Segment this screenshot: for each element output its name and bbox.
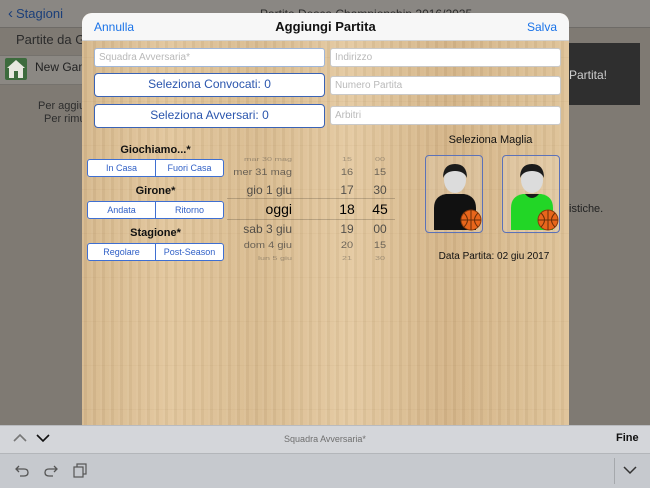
picker-row: dom 4 giu 20 15 [227, 240, 395, 254]
segment-ritorno[interactable]: Ritorno [155, 202, 223, 218]
picker-minute: 00 [373, 222, 387, 236]
picker-row: mar 30 mag 15 00 [227, 156, 395, 163]
picker-minute: 45 [372, 201, 388, 217]
segment-post-season[interactable]: Post-Season [155, 244, 223, 260]
opponent-team-input[interactable] [94, 48, 325, 67]
select-opponents-button[interactable]: Seleziona Avversari: 0 [94, 104, 325, 128]
picker-hour: 17 [340, 183, 354, 197]
home-jersey-option[interactable] [425, 155, 483, 233]
back-button[interactable]: ‹ Stagioni [8, 6, 63, 21]
segment-in-casa[interactable]: In Casa [88, 160, 155, 176]
picker-hour: 19 [340, 222, 354, 236]
picker-hour: 20 [340, 240, 354, 251]
picker-day: lun 5 giu [257, 255, 292, 262]
picker-hour: 16 [340, 167, 354, 178]
accessory-field-name: Squadra Avversaria* [284, 434, 366, 444]
save-button[interactable]: Salva [527, 20, 557, 34]
hide-keyboard-chevron-icon[interactable] [622, 462, 638, 478]
match-number-input[interactable] [330, 76, 561, 95]
picker-hour: 18 [339, 201, 355, 217]
picker-row: sab 3 giu 19 00 [227, 222, 395, 238]
away-jersey-option[interactable] [502, 155, 560, 233]
season-segmented-control: Regolare Post-Season [87, 243, 224, 261]
picker-minute: 30 [373, 183, 387, 197]
picker-hour: 21 [341, 255, 352, 262]
home-away-segmented-control: In Casa Fuori Casa [87, 159, 224, 177]
picker-row-selected: oggi 18 45 [227, 201, 395, 219]
modal-title: Aggiungi Partita [275, 19, 376, 34]
home-icon [5, 58, 27, 80]
done-button[interactable]: Fine [616, 432, 639, 444]
picker-minute: 15 [373, 240, 387, 251]
picker-day: dom 4 giu [243, 240, 292, 251]
paste-icon[interactable] [72, 462, 88, 478]
segment-regolare[interactable]: Regolare [88, 244, 155, 260]
segment-andata[interactable]: Andata [88, 202, 155, 218]
player-black-jersey-icon [434, 164, 482, 231]
redo-icon[interactable] [43, 462, 59, 478]
picker-row: gio 1 giu 17 30 [227, 183, 395, 199]
referees-input[interactable] [330, 106, 561, 125]
picker-minute: 30 [374, 255, 385, 262]
keyboard-shortcut-bar [0, 453, 650, 488]
back-button-label: Stagioni [16, 6, 63, 21]
picker-selection-bottom-line [227, 219, 395, 220]
picker-row: lun 5 giu 21 30 [227, 255, 395, 262]
keyboard-bar-divider [614, 458, 615, 484]
add-game-modal: Annulla Aggiungi Partita Salva Seleziona… [82, 13, 569, 433]
round-label: Girone* [135, 185, 176, 197]
picker-day: oggi [265, 201, 292, 217]
picker-row: mer 31 mag 16 15 [227, 167, 395, 181]
season-label: Stagione* [130, 227, 181, 239]
undo-icon[interactable] [14, 462, 30, 478]
picker-day: gio 1 giu [246, 183, 292, 197]
picker-day: mar 30 mag [243, 156, 292, 163]
picker-minute: 00 [374, 156, 385, 163]
date-time-picker[interactable]: mar 30 mag 15 00 mer 31 mag 16 15 gio 1 … [227, 153, 395, 265]
segment-fuori-casa[interactable]: Fuori Casa [155, 160, 223, 176]
picker-day: mer 31 mag [233, 167, 292, 178]
round-segmented-control: Andata Ritorno [87, 201, 224, 219]
home-away-label: Giochiamo...* [120, 144, 191, 156]
background-panel-text: Partita! [569, 68, 608, 82]
picker-hour: 15 [341, 156, 352, 163]
picker-minute: 15 [373, 167, 387, 178]
match-date-label: Data Partita: 02 giu 2017 [438, 251, 550, 262]
picker-day: sab 3 giu [243, 222, 292, 236]
chevron-left-icon: ‹ [8, 5, 13, 22]
background-right-text: istiche. [569, 203, 604, 215]
select-called-players-button[interactable]: Seleziona Convocati: 0 [94, 73, 325, 97]
player-green-jersey-icon [511, 164, 559, 231]
address-input[interactable] [330, 48, 561, 67]
jersey-section-title: Seleziona Maglia [448, 134, 533, 146]
